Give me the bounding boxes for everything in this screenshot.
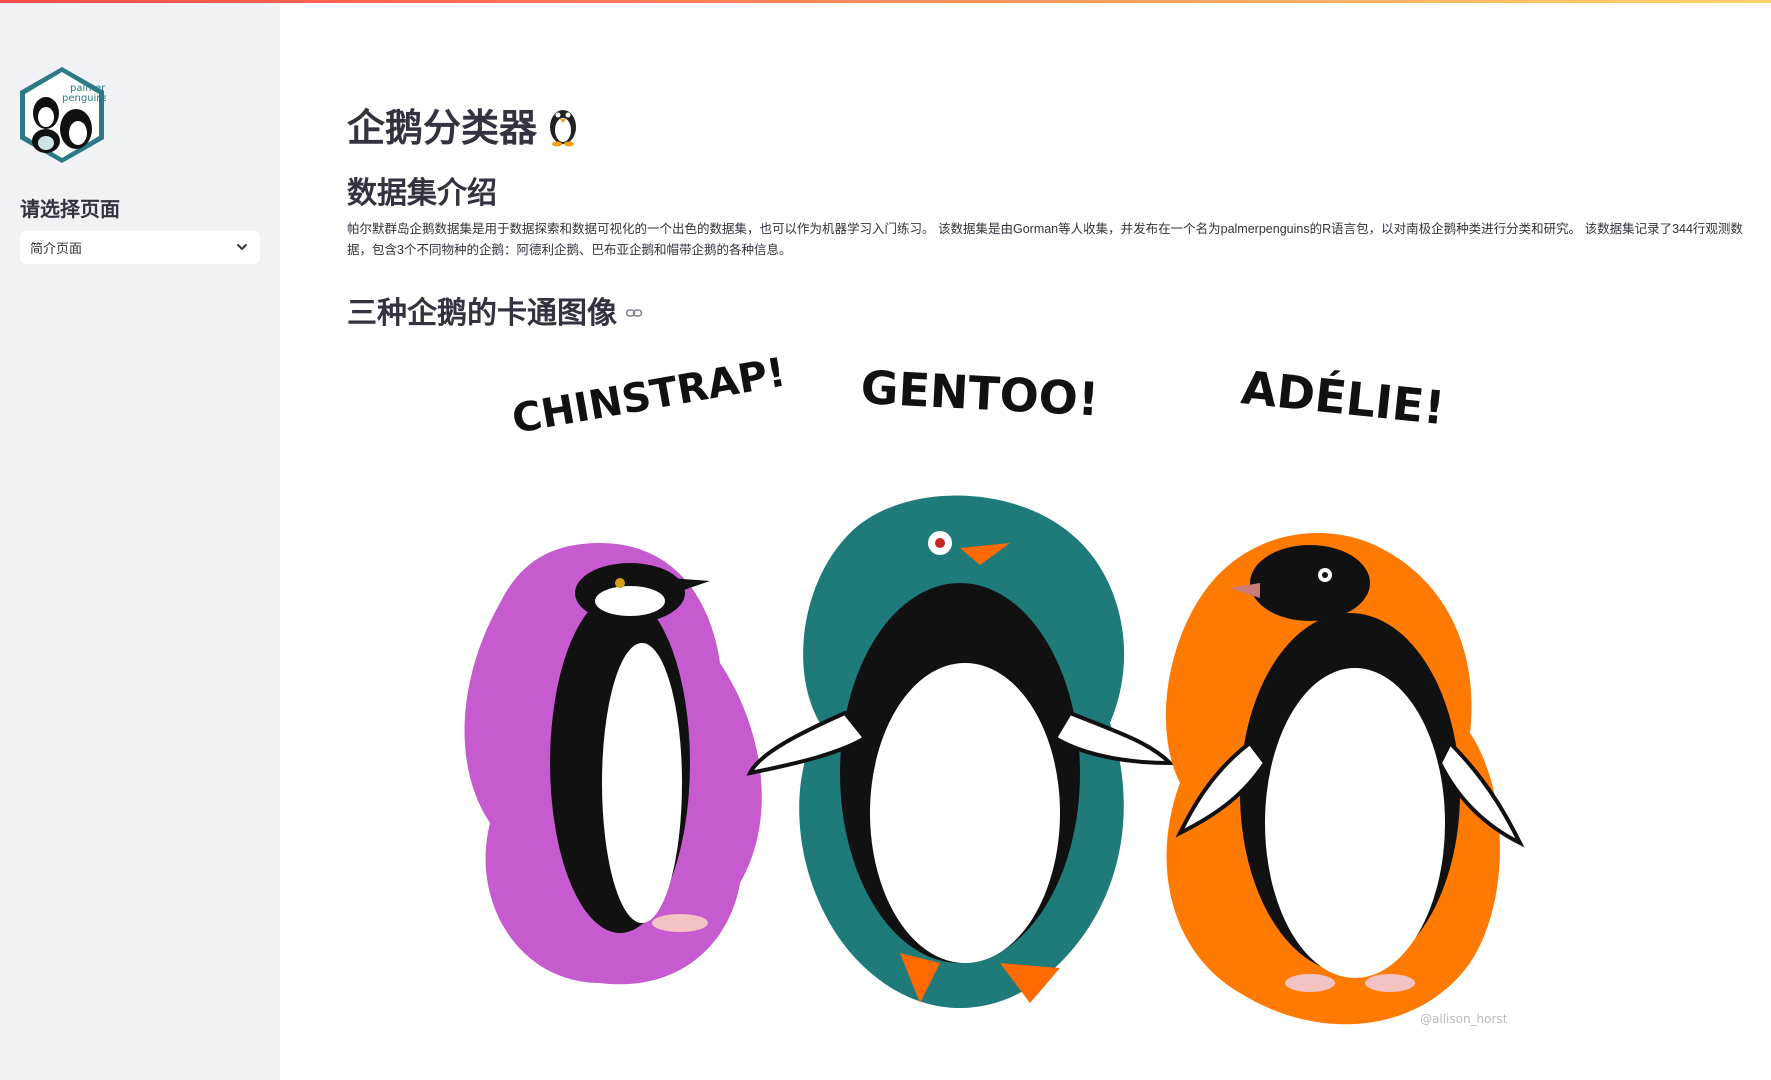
intro-line-1: 帕尔默群岛企鹅数据集是用于数据探索和数据可视化的一个出色的数据集，也可以作为机器… (347, 222, 1743, 236)
link-icon[interactable] (625, 304, 643, 322)
page-select-value: 简介页面 (30, 241, 83, 256)
palmer-penguins-logo: palmer penguins (20, 67, 106, 163)
sidebar-title: 请选择页面 (20, 199, 120, 221)
chinstrap-label: CHINSTRAP! (509, 350, 789, 443)
adelie-label: ADÉLIE! (1239, 360, 1448, 435)
dataset-intro-heading: 数据集介绍 (347, 177, 497, 210)
chevron-down-icon (237, 244, 247, 251)
gentoo-penguin: GENTOO! (746, 360, 1175, 1008)
main-content: 企鹅分类器 数据集介绍 帕尔默群岛企鹅数据集是用于数据探索和数据可视化的一个出色… (280, 3, 1771, 1080)
artist-signature: @allison_horst (1420, 1012, 1508, 1026)
penguin-cartoon-illustration: CHINSTRAP! GENTOO! ADÉLIE! @allison_hors… (464, 350, 1525, 1026)
adelie-penguin: ADÉLIE! (1165, 360, 1525, 1025)
svg-text:penguins: penguins (62, 93, 106, 104)
cartoon-heading-text: 三种企鹅的卡通图像 (347, 297, 617, 330)
intro-line-2: 据，包含3个不同物种的企鹅：阿德利企鹅、巴布亚企鹅和帽带企鹅的各种信息。 (347, 243, 792, 257)
page-title-text: 企鹅分类器 (347, 108, 538, 150)
page-title: 企鹅分类器 (347, 97, 583, 152)
chinstrap-penguin: CHINSTRAP! (464, 350, 789, 985)
sidebar: palmer penguins 请选择页面 简介页面 (0, 3, 280, 1080)
cartoon-heading: 三种企鹅的卡通图像 (347, 288, 643, 332)
dataset-intro-text: 帕尔默群岛企鹅数据集是用于数据探索和数据可视化的一个出色的数据集，也可以作为机器… (347, 219, 1771, 261)
gentoo-label: GENTOO! (859, 360, 1100, 426)
page-select[interactable]: 简介页面 (20, 231, 260, 264)
penguin-emoji-icon (550, 109, 577, 146)
